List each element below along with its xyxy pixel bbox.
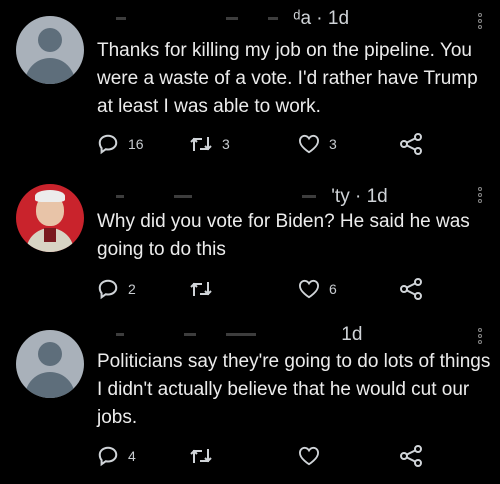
- tweet-meta: 'ty · 1d: [116, 186, 388, 208]
- more-options-icon[interactable]: [478, 187, 482, 205]
- like-button[interactable]: 6: [298, 276, 337, 302]
- tweet-meta: ᵈa · 1d: [116, 8, 349, 30]
- share-button[interactable]: [399, 131, 423, 157]
- reply-count: 16: [128, 136, 144, 152]
- share-button[interactable]: [399, 443, 423, 469]
- retweet-button[interactable]: [189, 443, 222, 469]
- tweet-actions: 4: [97, 443, 477, 469]
- reply-icon: [98, 446, 118, 467]
- more-options-icon[interactable]: [478, 328, 482, 346]
- share-icon: [400, 278, 422, 300]
- tweet[interactable]: 1d Politicians say they're going to do l…: [0, 312, 500, 484]
- tweet-timestamp: ᵈa · 1d: [293, 8, 350, 29]
- reply-button[interactable]: 16: [97, 131, 144, 157]
- retweet-button[interactable]: [189, 276, 222, 302]
- tweet-text: Thanks for killing my job on the pipelin…: [97, 40, 478, 117]
- share-icon: [400, 445, 422, 467]
- like-icon: [298, 134, 320, 154]
- reply-button[interactable]: 2: [97, 276, 136, 302]
- tweet[interactable]: ᵈa · 1d Thanks for killing my job on the…: [0, 0, 500, 162]
- reply-button[interactable]: 4: [97, 443, 136, 469]
- retweet-icon: [190, 449, 212, 463]
- reply-icon: [98, 134, 118, 155]
- retweet-button[interactable]: 3: [189, 131, 230, 157]
- like-button[interactable]: [298, 443, 329, 469]
- like-count: 3: [329, 136, 337, 152]
- share-icon: [400, 133, 422, 155]
- tweet-meta: 1d: [116, 324, 362, 346]
- tweet-actions: 16 3 3: [97, 131, 477, 157]
- avatar[interactable]: [16, 184, 84, 252]
- avatar[interactable]: [16, 330, 84, 398]
- like-icon: [298, 446, 320, 466]
- tweet[interactable]: 'ty · 1d Why did you vote for Biden? He …: [0, 162, 500, 312]
- avatar[interactable]: [16, 16, 84, 84]
- tweet-text: Why did you vote for Biden? He said he w…: [97, 211, 470, 260]
- reply-count: 4: [128, 448, 136, 464]
- more-options-icon[interactable]: [478, 13, 482, 31]
- tweet-text: Politicians say they're going to do lots…: [97, 351, 491, 428]
- retweet-icon: [190, 282, 212, 296]
- retweet-icon: [190, 137, 212, 151]
- like-count: 6: [329, 281, 337, 297]
- tweet-timestamp: 1d: [341, 324, 363, 345]
- like-button[interactable]: 3: [298, 131, 337, 157]
- share-button[interactable]: [399, 276, 423, 302]
- tweet-actions: 2 6: [97, 276, 477, 302]
- like-icon: [298, 279, 320, 299]
- reply-icon: [98, 279, 118, 300]
- tweet-timestamp: 'ty · 1d: [331, 186, 388, 207]
- retweet-count: 3: [222, 136, 230, 152]
- reply-count: 2: [128, 281, 136, 297]
